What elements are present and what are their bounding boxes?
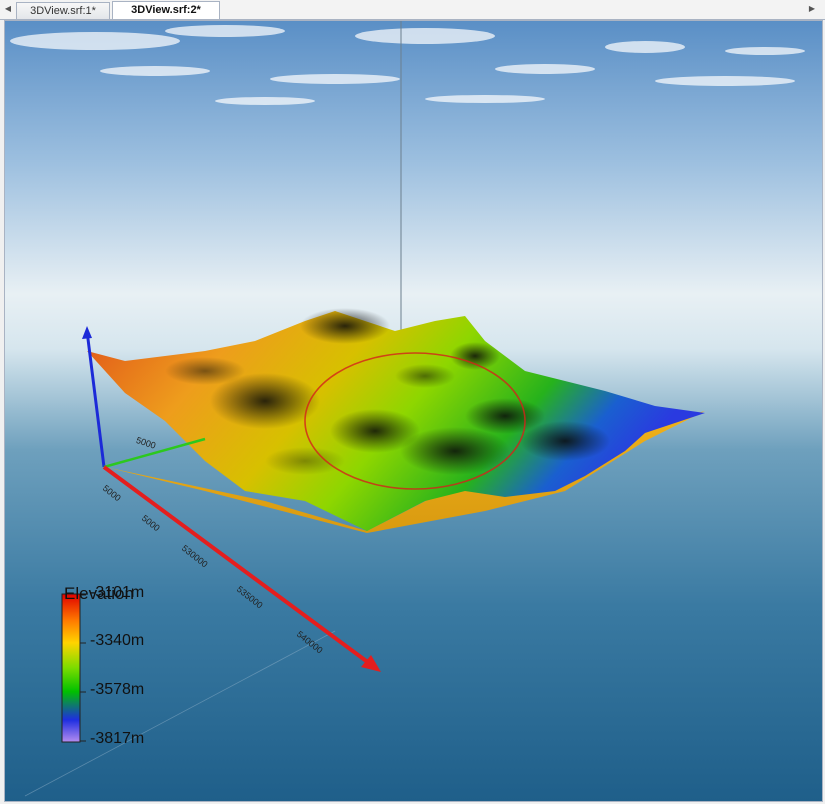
3d-viewport[interactable]: Elevation -3101m -3340m -3578m -3817m 50… bbox=[4, 20, 823, 802]
legend-label-min: -3817m bbox=[90, 730, 145, 747]
scroll-tabs-left-icon[interactable]: ◀ bbox=[2, 3, 14, 15]
legend-color-bar bbox=[61, 593, 81, 743]
tab-3dview-2[interactable]: 3DView.srf:2* bbox=[112, 1, 220, 19]
legend-label-2: -3340m bbox=[90, 632, 145, 649]
legend-label-3: -3578m bbox=[90, 681, 145, 698]
tab-3dview-1[interactable]: 3DView.srf:1* bbox=[16, 2, 110, 19]
legend-label-max: -3101m bbox=[90, 584, 145, 601]
document-tab-bar: ◀ 3DView.srf:1* 3DView.srf:2* ▶ bbox=[0, 0, 825, 20]
scroll-tabs-right-icon[interactable]: ▶ bbox=[806, 3, 818, 15]
